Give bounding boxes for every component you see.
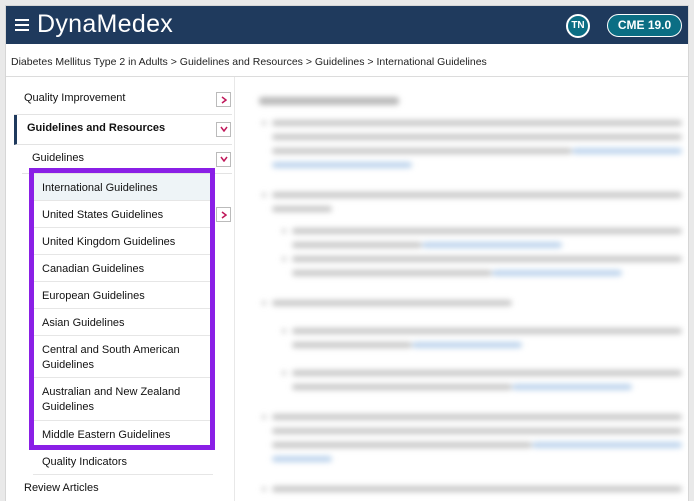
sidebar-item-review-articles[interactable]: Review Articles — [14, 475, 232, 501]
sidebar-item-international-guidelines[interactable]: International Guidelines — [33, 174, 213, 201]
sidebar-item-guidelines-and-resources[interactable]: Guidelines and Resources — [14, 115, 232, 145]
chevron-down-icon[interactable] — [216, 152, 231, 167]
sidebar-item-european-guidelines[interactable]: European Guidelines — [33, 282, 213, 309]
sidebar-item-label: International Guidelines — [42, 182, 158, 194]
sidebar-item-label: Asian Guidelines — [42, 317, 125, 329]
breadcrumb[interactable]: Diabetes Mellitus Type 2 in Adults > Gui… — [6, 44, 688, 77]
sidebar-item-label: Middle Eastern Guidelines — [42, 429, 171, 441]
main-content-blurred — [242, 78, 688, 501]
sidebar-item-australian-and-new-zealand-guidelines[interactable]: Australian and New Zealand Guidelines — [33, 378, 213, 421]
sidebar-item-label: Canadian Guidelines — [42, 263, 145, 275]
app-window: DynaMedex TN CME 19.0 Diabetes Mellitus … — [6, 6, 688, 501]
sidebar-item-central-and-south-american-guidelines[interactable]: Central and South American Guidelines — [33, 336, 213, 378]
sidebar-item-label: Review Articles — [24, 482, 99, 494]
sidebar-item-united-states-guidelines[interactable]: United States Guidelines — [33, 201, 213, 228]
chevron-down-icon[interactable] — [216, 122, 231, 137]
cme-button[interactable]: CME 19.0 — [607, 14, 682, 37]
sidebar-item-label: Central and South American Guidelines — [42, 344, 180, 371]
sidebar-item-label: Australian and New Zealand Guidelines — [42, 386, 181, 413]
chevron-right-icon[interactable] — [216, 92, 231, 107]
sidebar-item-united-kingdom-guidelines[interactable]: United Kingdom Guidelines — [33, 228, 213, 255]
user-avatar[interactable]: TN — [566, 14, 590, 38]
sidebar-item-asian-guidelines[interactable]: Asian Guidelines — [33, 309, 213, 336]
menu-icon[interactable] — [15, 16, 29, 33]
sidebar-item-label: Guidelines and Resources — [27, 122, 166, 134]
sidebar-item-label: Quality Improvement — [24, 92, 126, 104]
sidebar-item-guidelines[interactable]: Guidelines — [22, 145, 232, 174]
sidebar-item-quality-indicators[interactable]: Quality Indicators — [33, 448, 213, 475]
sidebar-item-label: Guidelines — [32, 152, 84, 164]
chevron-right-icon[interactable] — [216, 207, 231, 222]
sidebar-item-label: Quality Indicators — [42, 456, 127, 468]
sidebar-item-label: United States Guidelines — [42, 209, 164, 221]
sidebar-item-middle-eastern-guidelines[interactable]: Middle Eastern Guidelines — [33, 421, 213, 448]
app-header: DynaMedex TN CME 19.0 — [6, 6, 688, 44]
sidebar-item-canadian-guidelines[interactable]: Canadian Guidelines — [33, 255, 213, 282]
sidebar-item-label: European Guidelines — [42, 290, 145, 302]
app-title[interactable]: DynaMedex — [37, 10, 173, 39]
content-divider — [234, 77, 235, 501]
sidebar-item-quality-improvement[interactable]: Quality Improvement — [14, 85, 232, 115]
topic-sidebar: Quality Improvement Guidelines and Resou… — [14, 85, 232, 501]
sidebar-item-label: United Kingdom Guidelines — [42, 236, 176, 248]
